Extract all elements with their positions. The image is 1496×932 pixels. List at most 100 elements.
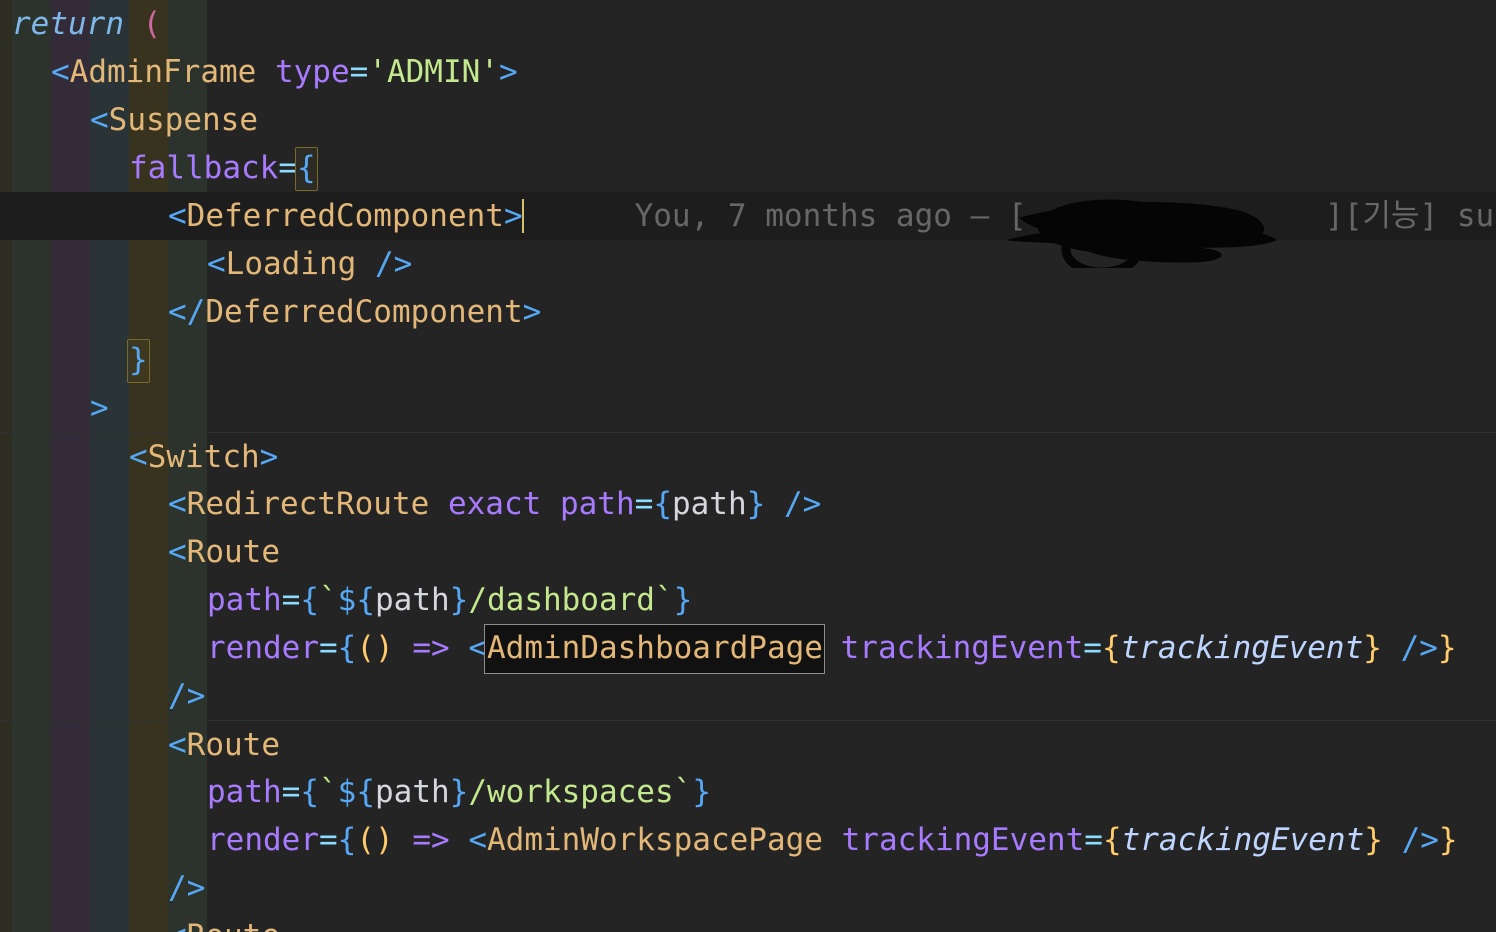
code-token: { xyxy=(337,630,357,666)
code-token: < xyxy=(168,918,187,932)
git-blame-annotation[interactable]: You, 7 months ago — [ ][기능] suspe xyxy=(635,198,1496,234)
code-token: Route xyxy=(187,918,280,932)
code-line[interactable]: <AdminFrame type='ADMIN'> xyxy=(0,48,1496,96)
bracket-match: } xyxy=(127,339,150,383)
code-line[interactable]: render={() => <AdminDashboardPage tracki… xyxy=(0,624,1496,674)
code-line[interactable]: path={`${path}/workspaces`} xyxy=(0,768,1496,816)
code-line[interactable]: path={`${path}/dashboard`} xyxy=(0,576,1496,624)
code-token: /> xyxy=(375,246,413,282)
code-token: { xyxy=(1101,630,1121,666)
code-token: exact xyxy=(447,486,542,522)
code-line[interactable]: } xyxy=(0,336,1496,384)
code-line[interactable]: render={() => <AdminWorkspacePage tracki… xyxy=(0,816,1496,864)
code-token: { xyxy=(653,486,672,522)
code-token: = xyxy=(1084,822,1103,858)
code-token: Suspense xyxy=(108,102,258,138)
code-token: path xyxy=(207,582,282,618)
code-line[interactable]: <RedirectRoute exact path={path} /> xyxy=(0,480,1496,528)
code-token: < xyxy=(90,102,109,138)
code-token: < xyxy=(168,486,187,522)
highlighted-symbol: AdminDashboardPage xyxy=(484,624,825,674)
code-token: Switch xyxy=(147,439,260,475)
code-line[interactable]: </DeferredComponent> xyxy=(0,288,1496,336)
code-token: ` xyxy=(319,582,338,618)
code-token: AdminFrame xyxy=(69,54,257,90)
code-token: ( xyxy=(142,6,162,42)
code-token: > xyxy=(90,390,109,426)
code-line[interactable]: fallback={ xyxy=(0,144,1496,192)
code-token: Route xyxy=(186,727,280,763)
code-token: return xyxy=(12,6,124,42)
code-token: DeferredComponent xyxy=(205,294,523,330)
code-token: { xyxy=(300,582,319,618)
code-token: < xyxy=(168,534,187,570)
code-line[interactable]: > xyxy=(0,384,1496,432)
code-line[interactable]: <Route xyxy=(0,720,1496,768)
code-token: path xyxy=(375,774,450,810)
code-line[interactable]: <DeferredComponent> You, 7 months ago — … xyxy=(0,192,1496,240)
code-token: < xyxy=(207,246,226,282)
code-token: ` xyxy=(319,774,338,810)
code-token: </ xyxy=(168,294,206,330)
code-line[interactable]: /> xyxy=(0,672,1496,720)
code-token: RedirectRoute xyxy=(186,486,430,522)
code-token: Route xyxy=(186,534,280,570)
code-token: render xyxy=(207,630,319,666)
code-token: 'ADMIN' xyxy=(368,54,499,90)
code-line[interactable]: /> xyxy=(0,864,1496,912)
code-token: path xyxy=(375,582,450,618)
code-token: { xyxy=(300,774,319,810)
code-line[interactable]: <Route xyxy=(0,912,1496,932)
code-token: ${ xyxy=(337,774,375,810)
code-token: trackingEvent xyxy=(1121,822,1365,858)
code-token: = xyxy=(318,822,338,858)
code-editor-viewport[interactable]: return (<AdminFrame type='ADMIN'> <Suspen… xyxy=(0,0,1496,932)
code-lines[interactable]: return (<AdminFrame type='ADMIN'> <Suspen… xyxy=(0,0,1496,932)
code-token: () xyxy=(356,630,394,666)
code-token: => xyxy=(412,630,450,666)
code-token: } xyxy=(449,774,469,810)
code-token: /> xyxy=(1400,630,1438,666)
code-token: trackingEvent xyxy=(841,822,1085,858)
code-token: } xyxy=(1363,630,1382,666)
code-token: Loading xyxy=(225,246,357,282)
code-token: = xyxy=(318,630,338,666)
code-token: = xyxy=(281,582,301,618)
code-token: = xyxy=(349,54,369,90)
code-token: > xyxy=(259,439,279,475)
code-token: render xyxy=(207,822,319,858)
code-token: ${ xyxy=(337,582,375,618)
code-line[interactable]: return ( xyxy=(0,0,1496,48)
code-token: } xyxy=(1438,822,1458,858)
code-token: /dashboard xyxy=(468,582,655,618)
code-token: trackingEvent xyxy=(840,630,1084,666)
code-token: < xyxy=(168,727,187,763)
code-token: fallback xyxy=(129,150,279,186)
code-token: path xyxy=(671,486,747,522)
code-token: < xyxy=(468,822,487,858)
code-token: /> xyxy=(168,678,206,714)
code-token: /> xyxy=(783,486,822,522)
code-line[interactable]: <Suspense xyxy=(0,96,1496,144)
code-token: { xyxy=(1102,822,1122,858)
code-token: > xyxy=(498,54,518,90)
code-token: /> xyxy=(1401,822,1439,858)
code-line[interactable]: <Switch> xyxy=(0,432,1496,480)
code-token: } xyxy=(1364,822,1383,858)
blame-gap xyxy=(523,198,635,234)
code-token: => xyxy=(412,822,450,858)
code-line[interactable]: <Loading /> xyxy=(0,240,1496,288)
code-line[interactable]: <Route xyxy=(0,528,1496,576)
code-token: /workspaces xyxy=(468,774,674,810)
